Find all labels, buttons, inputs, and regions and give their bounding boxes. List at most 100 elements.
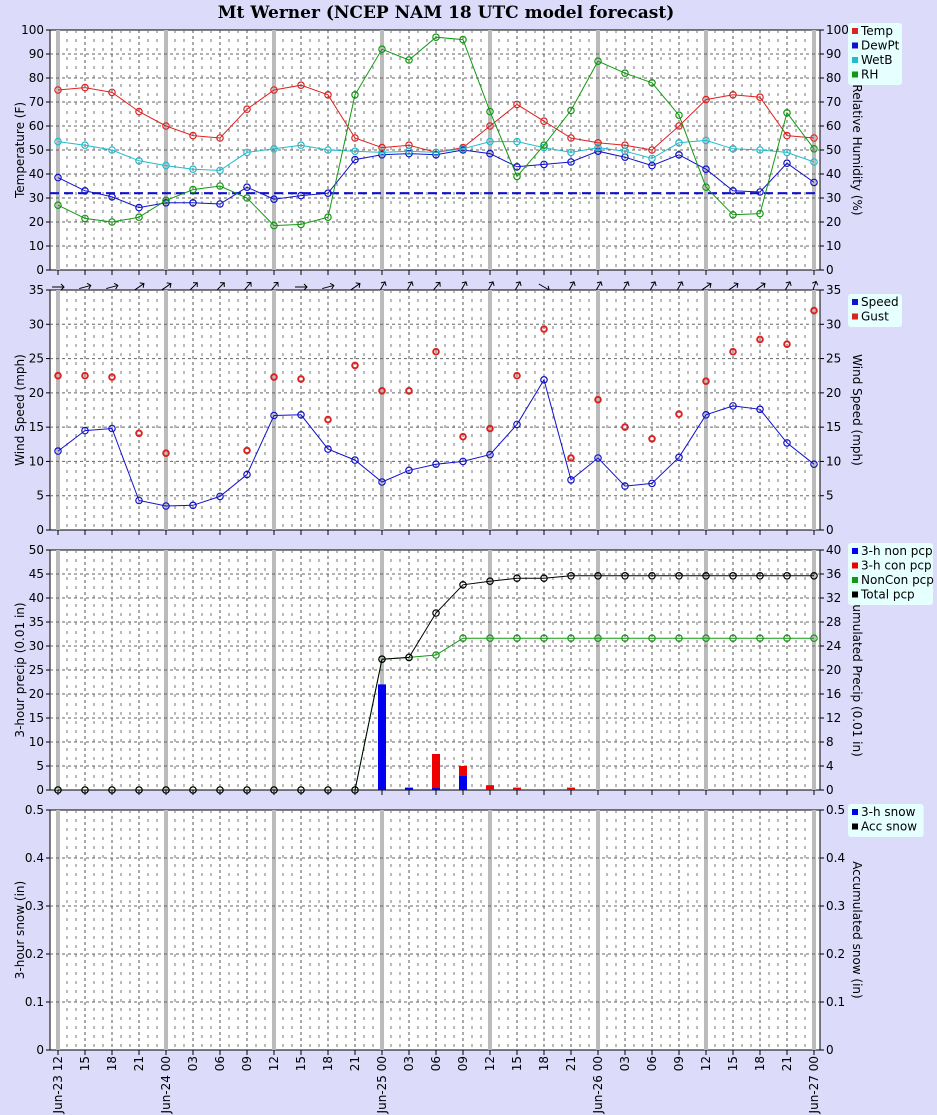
y-tick-label: 60 (29, 119, 44, 133)
x-tick-label: 03 (618, 1056, 632, 1071)
x-tick-label: 21 (780, 1056, 794, 1071)
legend: TempDewPtWetBRH (848, 23, 902, 85)
y2-tick-label: 15 (826, 420, 841, 434)
legend-swatch (852, 809, 858, 815)
y-tick-label: 20 (29, 687, 44, 701)
x-axis-labels: Jun-23 12 15 18 21 Jun-24 00 03 06 09 12 15 18 21 Ju… (51, 1056, 821, 1114)
y-tick-label: 30 (29, 639, 44, 653)
y-tick-label: 0.2 (25, 947, 44, 961)
x-tick-label: 12 (699, 1056, 713, 1071)
y2-tick-label: 20 (826, 386, 841, 400)
y-tick-label: 0.3 (25, 899, 44, 913)
x-tick-label: 18 (537, 1056, 551, 1071)
y2-axis-label: Accumulated snow (in) (850, 861, 864, 998)
x-tick-label: 18 (105, 1056, 119, 1071)
legend-label: Gust (861, 310, 889, 324)
arrow-shaft (538, 283, 550, 291)
y2-tick-label: 0.4 (826, 851, 845, 865)
y2-tick-label: 0 (826, 263, 834, 277)
x-tick-label: 12 (483, 1056, 497, 1071)
x-tick-label: 21 (564, 1056, 578, 1071)
x-tick-label: 18 (753, 1056, 767, 1071)
legend-swatch (852, 28, 858, 34)
y2-tick-label: 0.2 (826, 947, 845, 961)
y2-tick-label: 10 (826, 454, 841, 468)
y-tick-label: 100 (21, 23, 44, 37)
y-tick-label: 30 (29, 317, 44, 331)
y-axis-label: 3-hour snow (in) (13, 881, 27, 979)
x-tick-label: Jun-26 00 (591, 1056, 605, 1114)
x-tick-label: 15 (294, 1056, 308, 1071)
legend-label: 3-h snow (861, 805, 916, 819)
y2-tick-label: 60 (826, 119, 841, 133)
y2-tick-label: 36 (826, 567, 841, 581)
y2-axis-label: Wind Speed (mph) (850, 354, 864, 466)
y-tick-label: 90 (29, 47, 44, 61)
y-tick-label: 10 (29, 239, 44, 253)
legend-swatch (852, 313, 858, 320)
wind-direction-arrow (52, 283, 65, 291)
x-tick-label: 06 (645, 1056, 659, 1071)
y-tick-label: 25 (29, 663, 44, 677)
y2-tick-label: 90 (826, 47, 841, 61)
x-tick-label: 12 (267, 1056, 281, 1071)
y2-tick-label: 0 (826, 783, 834, 797)
legend: 3-h snowAcc snow (848, 804, 924, 837)
y2-tick-label: 0.1 (826, 995, 845, 1009)
nonconv-precip-bar (378, 684, 386, 790)
y-tick-label: 0 (36, 263, 44, 277)
y-tick-label: 30 (29, 191, 44, 205)
y-tick-label: 0 (36, 523, 44, 537)
y-axis-label: Temperature (F) (13, 102, 27, 199)
x-tick-label: 15 (510, 1056, 524, 1071)
legend: 3-h non pcp3-h con pcpNonCon pcpTotal pc… (848, 543, 934, 605)
legend-label: Temp (860, 24, 893, 38)
x-tick-label: 15 (726, 1056, 740, 1071)
y-tick-label: 40 (29, 167, 44, 181)
y2-tick-label: 24 (826, 639, 841, 653)
y2-tick-label: 40 (826, 543, 841, 557)
y2-tick-label: 35 (826, 283, 841, 297)
y2-tick-label: 40 (826, 167, 841, 181)
y-tick-label: 25 (29, 352, 44, 366)
legend-swatch (852, 299, 858, 305)
y-tick-label: 10 (29, 454, 44, 468)
arrow-shaft (349, 283, 361, 291)
x-tick-label: 21 (348, 1056, 362, 1071)
y2-tick-label: 20 (826, 215, 841, 229)
y-axis-label: 3-hour precip (0.01 in) (13, 602, 27, 737)
y2-tick-label: 30 (826, 191, 841, 205)
y-tick-label: 20 (29, 215, 44, 229)
x-tick-label: Jun-25 00 (375, 1056, 389, 1114)
legend: SpeedGust (848, 294, 902, 327)
legend-label: Total pcp (860, 588, 915, 602)
x-tick-label: 09 (672, 1056, 686, 1071)
y-tick-label: 70 (29, 95, 44, 109)
legend-swatch (852, 57, 858, 63)
x-tick-label: Jun-27 00 (807, 1056, 821, 1114)
y-tick-label: 5 (36, 489, 44, 503)
legend-swatch (852, 71, 858, 78)
nonconv-precip-bar (405, 787, 413, 790)
y2-tick-label: 0 (826, 1043, 834, 1057)
x-tick-label: 06 (213, 1056, 227, 1071)
y2-tick-label: 28 (826, 615, 841, 629)
arrow-shaft (133, 283, 145, 291)
legend-swatch (852, 42, 858, 49)
y2-tick-label: 4 (826, 759, 834, 773)
nonconv-precip-bar (459, 775, 467, 790)
conv-precip-bar (513, 787, 521, 790)
y-tick-label: 15 (29, 711, 44, 725)
y2-tick-label: 0.3 (826, 899, 845, 913)
y2-tick-label: 100 (826, 23, 849, 37)
y2-tick-label: 32 (826, 591, 841, 605)
y2-tick-label: 16 (826, 687, 841, 701)
y2-tick-label: 70 (826, 95, 841, 109)
y-tick-label: 45 (29, 567, 44, 581)
y-tick-label: 15 (29, 420, 44, 434)
y-tick-label: 20 (29, 386, 44, 400)
legend-label: 3-h con pcp (861, 559, 932, 573)
y-tick-label: 5 (36, 759, 44, 773)
nonconv-precip-bar (432, 787, 440, 790)
panel-wind: 0 5 10 15 20 25 30 35 0 5 10 15 20 25 30 35 Wind Speed (… (13, 283, 864, 537)
